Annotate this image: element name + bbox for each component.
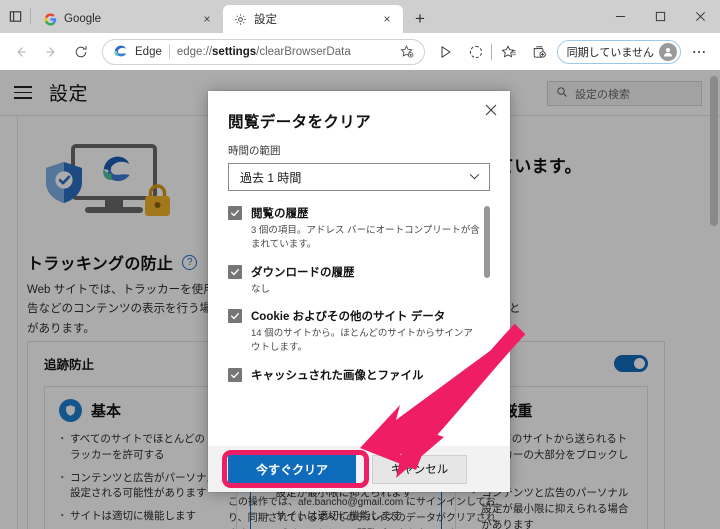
- option-header: 基本: [59, 399, 222, 422]
- close-icon[interactable]: [480, 99, 502, 121]
- hamburger-menu-icon[interactable]: [14, 82, 36, 104]
- toolbar-divider: [490, 43, 492, 60]
- section-heading: トラッキングの防止: [27, 256, 174, 273]
- item-sublabel: 14 個のサイトから。ほとんどのサイトからサインアウトします。: [251, 328, 473, 354]
- checkbox-download-history[interactable]: [228, 264, 242, 279]
- list-item-text: 閲覧の履歴 3 個の項目。アドレス バーにオートコンプリートが含まれています。: [251, 204, 480, 252]
- omnibox-divider: [168, 44, 170, 59]
- url-bold: settings: [212, 45, 257, 58]
- list-item[interactable]: 閲覧の履歴 3 個の項目。アドレス バーにオートコンプリートが含まれています。: [228, 204, 480, 252]
- tab-title: 設定: [254, 14, 277, 26]
- forward-arrow-icon[interactable]: [36, 37, 66, 67]
- url-prefix: edge://: [176, 45, 213, 58]
- privacy-illustration: [27, 134, 207, 229]
- window-controls: [600, 0, 720, 33]
- cancel-button[interactable]: キャンセル: [372, 454, 467, 484]
- list-item-text: ダウンロードの履歴 なし: [251, 263, 355, 297]
- sync-notice: この操作では、afe.bancho@gmail.com にサインインしており、同…: [228, 495, 496, 529]
- data-list-scrollbar[interactable]: [484, 206, 490, 278]
- clear-browsing-data-dialog: 閲覧データをクリア 時間の範囲 過去 1 時間 閲覧の履歴 3 個の項目。アドレ…: [208, 91, 510, 524]
- add-tab-group-icon[interactable]: [524, 37, 554, 67]
- back-arrow-icon[interactable]: [6, 37, 36, 67]
- item-label: キャッシュされた画像とファイル: [251, 369, 424, 382]
- page-scrollbar[interactable]: [710, 76, 718, 226]
- profile-label: 同期していません: [566, 46, 654, 59]
- checkbox-browsing-history[interactable]: [228, 206, 242, 220]
- data-type-list: 閲覧の履歴 3 個の項目。アドレス バーにオートコンプリートが含まれています。 …: [228, 204, 490, 384]
- tab-settings[interactable]: 設定 ×: [223, 5, 403, 33]
- item-label: Cookie およびその他のサイト データ: [251, 311, 446, 324]
- item-label: ダウンロードの履歴: [251, 266, 355, 279]
- minimize-button[interactable]: [600, 0, 640, 33]
- list-item: コンテンツと広告がパーソナル設定される可能性があります: [57, 471, 222, 503]
- tab-list-icon[interactable]: [0, 0, 30, 33]
- checkbox-cookies[interactable]: [228, 309, 242, 324]
- close-button[interactable]: [680, 0, 720, 33]
- option-bullets: すべてのサイトでほとんどのトラッカーを許可する コンテンツと広告がパーソナル設定…: [57, 432, 222, 529]
- tab-google[interactable]: Google ×: [33, 5, 223, 33]
- dialog-title: 閲覧データをクリア: [228, 114, 372, 131]
- item-sublabel: なし: [251, 283, 271, 295]
- page-title: 設定: [49, 84, 89, 105]
- navigation-bar: Edge edge://settings/clearBrowserData 同期…: [0, 33, 720, 70]
- list-item[interactable]: Cookie およびその他のサイト データ 14 個のサイトから。ほとんどのサイ…: [228, 307, 480, 355]
- list-item-text: キャッシュされた画像とファイル 319 MB 未満を解放します。一部のサイトでは…: [251, 366, 480, 384]
- search-input[interactable]: 設定の検索: [547, 81, 702, 106]
- avatar: [659, 42, 677, 61]
- item-sublabel: 3 個の項目。アドレス バーにオートコンプリートが含まれています。: [251, 225, 480, 250]
- list-item: すべてのサイトでほとんどのトラッカーを許可する: [57, 432, 222, 464]
- omnibox-brand: Edge: [135, 45, 162, 58]
- settings-sidebar: [0, 116, 18, 529]
- tab-title: Google: [64, 13, 102, 25]
- url-suffix: /clearBrowserData: [256, 45, 351, 58]
- search-icon: [556, 85, 568, 103]
- dialog-footer: 今すぐクリア キャンセル: [208, 446, 510, 492]
- edge-logo-icon: [113, 44, 128, 59]
- list-item[interactable]: ダウンロードの履歴 なし: [228, 263, 480, 297]
- chevron-down-icon: [469, 172, 480, 183]
- option-name: 基本: [91, 403, 122, 420]
- dialog-body: 時間の範囲 過去 1 時間 閲覧の履歴 3 個の項目。アドレス バーにオートコン…: [208, 143, 510, 438]
- close-icon[interactable]: ×: [379, 11, 395, 27]
- more-options-icon[interactable]: [684, 37, 714, 67]
- help-icon[interactable]: ?: [182, 254, 198, 270]
- search-placeholder: 設定の検索: [575, 88, 630, 101]
- refresh-icon[interactable]: [66, 37, 96, 67]
- checkbox-cached-files[interactable]: [228, 367, 242, 382]
- close-icon[interactable]: ×: [199, 11, 215, 27]
- time-range-label: 時間の範囲: [228, 145, 281, 157]
- tracking-prevention-toggle[interactable]: [614, 355, 648, 372]
- item-label: 閲覧の履歴: [251, 208, 309, 220]
- sync-note-part1: この操作では、: [228, 497, 298, 508]
- tracking-prevention-title: トラッキングの防止 ?: [27, 250, 198, 274]
- omnibox-url[interactable]: edge://settings/clearBrowserData: [177, 46, 389, 58]
- add-favorite-icon[interactable]: [396, 41, 418, 63]
- time-range-select[interactable]: 過去 1 時間: [228, 163, 490, 191]
- split-screen-icon[interactable]: [461, 37, 491, 67]
- sync-account-email: afe.bancho@gmail.com: [298, 497, 404, 508]
- maximize-button[interactable]: [640, 0, 680, 33]
- list-item: サイトは適切に機能します: [57, 509, 222, 525]
- list-item-text: Cookie およびその他のサイト データ 14 個のサイトから。ほとんどのサイ…: [251, 307, 480, 355]
- gear-icon: [233, 12, 248, 27]
- profile-button[interactable]: 同期していません: [556, 39, 681, 64]
- new-tab-button[interactable]: +: [406, 5, 434, 33]
- browser-essentials-icon[interactable]: [431, 37, 461, 67]
- list-item[interactable]: キャッシュされた画像とファイル 319 MB 未満を解放します。一部のサイトでは…: [228, 366, 480, 384]
- address-bar[interactable]: Edge edge://settings/clearBrowserData: [102, 38, 425, 65]
- tracking-prevention-label: 追跡防止: [44, 358, 95, 372]
- time-range-value: 過去 1 時間: [240, 170, 302, 185]
- desc-line-3: があります。: [27, 322, 95, 335]
- tabbar-divider: [30, 8, 31, 24]
- tab-bar: Google × 設定 × +: [0, 0, 720, 33]
- browser-window: Google × 設定 × + Edge edge://settings/cle…: [0, 0, 720, 529]
- favorites-icon[interactable]: [494, 37, 524, 67]
- clear-now-button[interactable]: 今すぐクリア: [228, 454, 356, 484]
- basic-shield-icon: [59, 399, 82, 422]
- google-icon: [43, 12, 58, 27]
